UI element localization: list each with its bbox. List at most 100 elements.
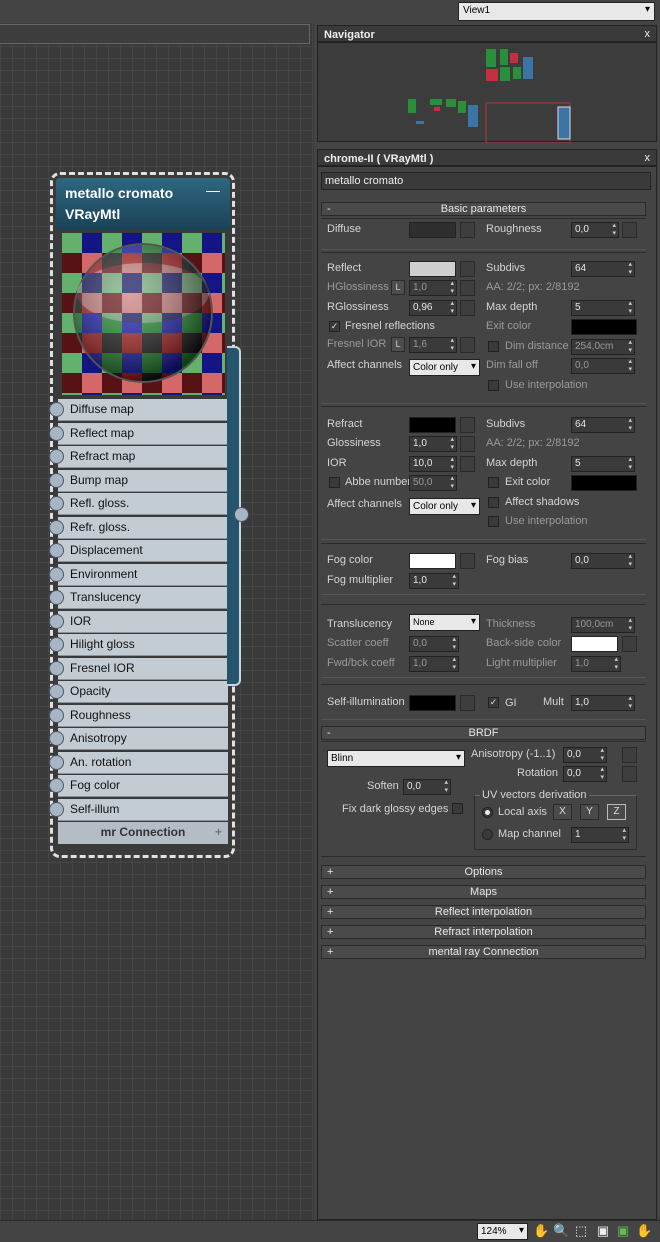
rglossiness-map-button[interactable]: [460, 300, 475, 316]
node-slot[interactable]: Environment: [49, 563, 228, 586]
diffuse-swatch[interactable]: [409, 222, 456, 238]
back-side-map-button[interactable]: [622, 636, 637, 652]
input-socket[interactable]: [49, 637, 64, 652]
zoom-extents-icon[interactable]: ▣: [595, 1223, 611, 1239]
abbe-number-checkbox[interactable]: [329, 477, 340, 488]
node-slot[interactable]: Roughness: [49, 704, 228, 727]
input-socket[interactable]: [49, 449, 64, 464]
close-icon[interactable]: x: [645, 28, 651, 40]
hglossiness-spinner[interactable]: 1,0: [409, 280, 457, 296]
rotation-map-button[interactable]: [622, 766, 637, 782]
dim-distance-spinner[interactable]: 254,0cm: [571, 339, 635, 355]
rollout-basic-parameters[interactable]: - Basic parameters: [321, 202, 646, 216]
hglossiness-lock-button[interactable]: L: [391, 280, 405, 295]
fresnel-ior-lock-button[interactable]: L: [391, 337, 405, 352]
rollout-reflect-interpolation[interactable]: + Reflect interpolation: [321, 905, 646, 919]
max-depth-spinner[interactable]: 5: [571, 300, 635, 316]
hglossiness-map-button[interactable]: [460, 280, 475, 296]
map-channel-spinner[interactable]: 1: [571, 827, 629, 843]
node-slot[interactable]: Refr. gloss.: [49, 516, 228, 539]
input-socket[interactable]: [49, 731, 64, 746]
node-slot[interactable]: Refl. gloss.: [49, 493, 228, 515]
node-slot[interactable]: Diffuse map: [49, 399, 228, 421]
node-slot[interactable]: An. rotation: [49, 751, 228, 774]
axis-z-button[interactable]: Z: [607, 804, 626, 820]
node-slot[interactable]: Anisotropy: [49, 728, 228, 750]
input-socket[interactable]: [49, 754, 64, 770]
input-socket[interactable]: [49, 613, 64, 629]
node-slot[interactable]: Opacity: [49, 681, 228, 703]
anisotropy-map-button[interactable]: [622, 747, 637, 763]
light-multiplier-spinner[interactable]: 1,0: [571, 656, 621, 672]
input-socket[interactable]: [49, 496, 64, 511]
minimize-icon[interactable]: —: [206, 180, 220, 201]
mr-connection-slot[interactable]: mr Connection +: [58, 822, 228, 844]
input-socket[interactable]: [49, 519, 64, 535]
rollout-options[interactable]: + Options: [321, 865, 646, 879]
refract-use-interpolation-checkbox[interactable]: [488, 516, 499, 527]
node-slot[interactable]: Hilight gloss: [49, 634, 228, 656]
roughness-spinner[interactable]: 0,0: [571, 222, 619, 238]
fog-color-map-button[interactable]: [460, 553, 475, 569]
dim-distance-checkbox[interactable]: [488, 341, 499, 352]
reflect-affect-channels-dropdown[interactable]: Color only: [409, 359, 480, 376]
node-slot[interactable]: Self-illum: [49, 798, 228, 821]
self-illumination-swatch[interactable]: [409, 695, 456, 711]
view-select[interactable]: View1 ▾: [458, 2, 655, 21]
refract-swatch[interactable]: [409, 417, 456, 433]
node-slot[interactable]: Translucency: [49, 587, 228, 609]
input-socket[interactable]: [49, 472, 64, 488]
subdivs-spinner[interactable]: 64: [571, 261, 635, 277]
input-socket[interactable]: [49, 707, 64, 723]
axis-y-button[interactable]: Y: [580, 804, 599, 820]
rotation-spinner[interactable]: 0,0: [563, 766, 607, 782]
reflect-map-button[interactable]: [460, 261, 475, 277]
input-socket[interactable]: [49, 684, 64, 699]
rollout-brdf[interactable]: - BRDF: [321, 726, 646, 740]
input-socket[interactable]: [49, 425, 64, 441]
pan-icon[interactable]: ✋: [636, 1223, 652, 1239]
input-socket[interactable]: [49, 590, 64, 605]
affect-shadows-checkbox[interactable]: [488, 497, 499, 508]
node-slot[interactable]: Reflect map: [49, 422, 228, 445]
fix-dark-glossy-edges-checkbox[interactable]: [452, 803, 463, 814]
ior-map-button[interactable]: [460, 456, 475, 472]
map-channel-radio[interactable]: [482, 829, 493, 840]
zoom-extents-selected-icon[interactable]: ▣: [615, 1223, 631, 1239]
zoom-region-icon[interactable]: ⬚: [573, 1223, 589, 1239]
reflect-use-interpolation-checkbox[interactable]: [488, 380, 499, 391]
translucency-dropdown[interactable]: None: [409, 614, 480, 631]
abbe-number-spinner[interactable]: 50,0: [409, 475, 457, 491]
navigator-view[interactable]: [317, 42, 657, 144]
rollout-refract-interpolation[interactable]: + Refract interpolation: [321, 925, 646, 939]
node-slot[interactable]: Displacement: [49, 540, 228, 562]
refract-exit-color-swatch[interactable]: [571, 475, 637, 491]
anisotropy-spinner[interactable]: 0,0: [563, 747, 607, 763]
glossiness-map-button[interactable]: [460, 436, 475, 452]
output-socket[interactable]: [234, 507, 249, 522]
node-title[interactable]: metallo cromato VRayMtl —: [56, 178, 230, 230]
node-slot[interactable]: Refract map: [49, 446, 228, 468]
dim-falloff-spinner[interactable]: 0,0: [571, 358, 635, 374]
local-axis-radio[interactable]: [482, 807, 493, 818]
fwd-bck-coeff-spinner[interactable]: 1,0: [409, 656, 459, 672]
close-icon[interactable]: x: [645, 152, 651, 164]
refract-max-depth-spinner[interactable]: 5: [571, 456, 635, 472]
scatter-coeff-spinner[interactable]: 0,0: [409, 636, 459, 652]
refract-exit-color-checkbox[interactable]: [488, 477, 499, 488]
self-illumination-map-button[interactable]: [460, 695, 475, 711]
zoom-icon[interactable]: 🔍: [553, 1223, 569, 1239]
rollout-maps[interactable]: + Maps: [321, 885, 646, 899]
back-side-color-swatch[interactable]: [571, 636, 618, 652]
input-socket[interactable]: [49, 801, 64, 817]
material-name-field[interactable]: metallo cromato: [321, 172, 651, 190]
expand-plus-icon[interactable]: +: [215, 822, 222, 842]
refract-map-button[interactable]: [460, 417, 475, 433]
soften-spinner[interactable]: 0,0: [403, 779, 451, 795]
diffuse-map-button[interactable]: [460, 222, 475, 238]
brdf-type-dropdown[interactable]: Blinn: [327, 750, 465, 767]
input-socket[interactable]: [49, 402, 64, 417]
fresnel-ior-spinner[interactable]: 1,6: [409, 337, 457, 353]
thickness-spinner[interactable]: 100,0cm: [571, 617, 635, 633]
ior-spinner[interactable]: 10,0: [409, 456, 457, 472]
